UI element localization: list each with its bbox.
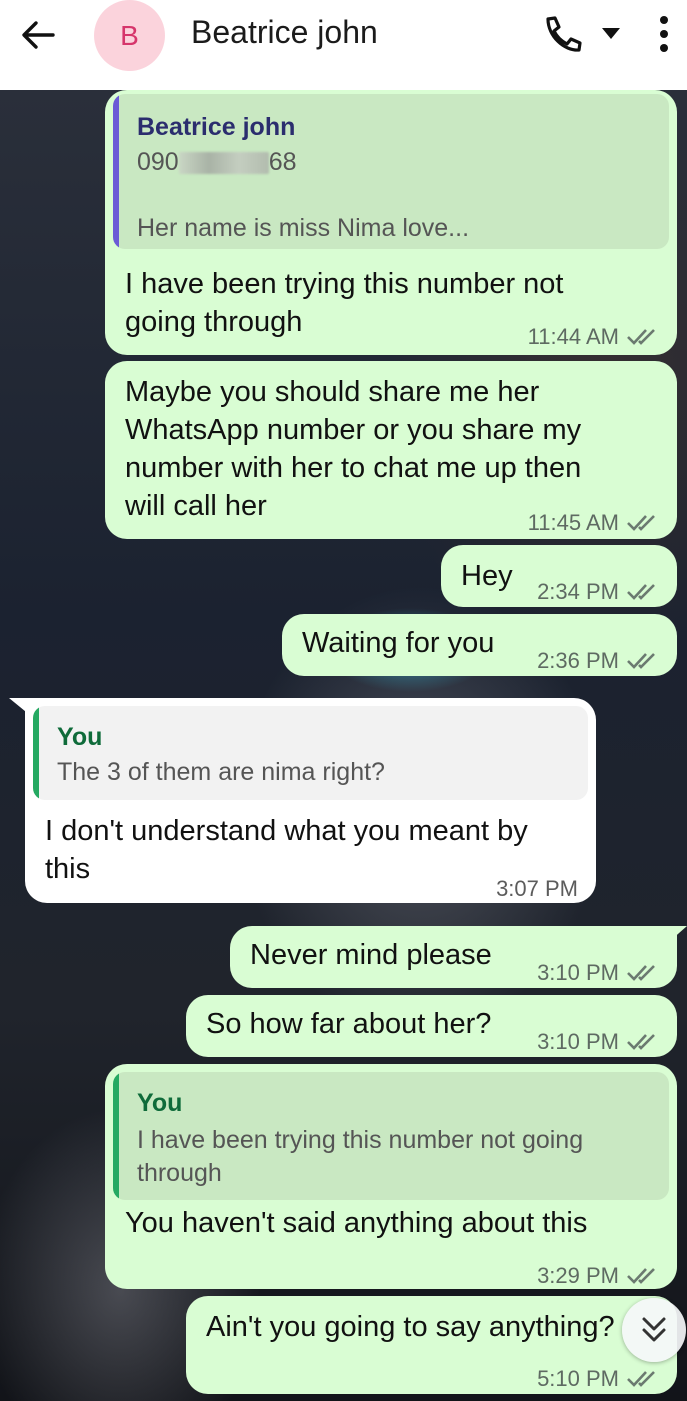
double-check-icon (627, 1268, 655, 1284)
quote-phone-number: 090 68 (137, 148, 297, 176)
more-options-button[interactable] (652, 14, 676, 54)
message-meta: 2:34 PM (537, 573, 659, 611)
message-bubble-outgoing[interactable]: Waiting for you 2:36 PM (282, 614, 677, 676)
double-check-icon (627, 965, 655, 981)
message-meta: 5:10 PM (537, 1360, 659, 1394)
message-text: You haven't said anything about this (125, 1207, 588, 1239)
caret-down-icon (602, 28, 620, 39)
double-check-icon (627, 1371, 655, 1387)
more-vert-icon (660, 16, 668, 52)
quote-text: Her name is miss Nima love... (137, 214, 470, 242)
double-check-icon (627, 329, 655, 345)
message-time: 11:44 AM (527, 324, 619, 349)
quote-bar (113, 1072, 119, 1200)
message-meta: 3:10 PM (537, 954, 659, 992)
message-meta: 2:36 PM (537, 642, 659, 680)
message-bubble-incoming[interactable]: You The 3 of them are nima right? I don'… (25, 698, 596, 903)
message-meta: 11:45 AM (528, 504, 659, 542)
message-bubble-outgoing[interactable]: You I have been trying this number not g… (105, 1064, 677, 1289)
double-check-icon (627, 584, 655, 600)
quote-author: Beatrice john (137, 113, 296, 141)
bubble-tail (670, 926, 687, 941)
call-options-dropdown[interactable] (600, 25, 622, 41)
message-text: Hey (461, 560, 513, 592)
double-check-icon (627, 653, 655, 669)
double-chevron-down-icon (642, 1317, 666, 1342)
message-meta: 3:29 PM (537, 1257, 659, 1295)
message-text: Maybe you should share me her WhatsApp n… (125, 376, 582, 522)
double-check-icon (627, 1034, 655, 1050)
message-bubble-outgoing[interactable]: Beatrice john 090 68 Her name is miss Nim… (105, 90, 677, 355)
redacted-digits (178, 152, 269, 175)
message-text: I don't understand what you meant by thi… (45, 815, 528, 885)
quoted-message[interactable]: Beatrice john 090 68 Her name is miss Nim… (113, 94, 669, 249)
message-bubble-outgoing[interactable]: Ain't you going to say anything? 5:10 PM (186, 1296, 677, 1394)
message-text: Ain't you going to say anything? (206, 1311, 615, 1343)
back-arrow-icon (22, 21, 55, 49)
quoted-message[interactable]: You I have been trying this number not g… (113, 1072, 669, 1200)
back-button[interactable] (18, 17, 58, 53)
message-time: 3:10 PM (537, 1029, 619, 1054)
message-time: 3:29 PM (537, 1263, 619, 1288)
call-button[interactable] (540, 14, 584, 54)
quote-bar (33, 706, 39, 800)
quote-text: The 3 of them are nima right? (57, 758, 385, 786)
quote-text: I have been trying this number not going… (137, 1126, 584, 1187)
bubble-tail (9, 698, 31, 716)
message-text: Waiting for you (302, 627, 495, 659)
message-text: Never mind please (250, 939, 492, 971)
avatar[interactable]: B (94, 0, 165, 71)
message-bubble-outgoing[interactable]: So how far about her? 3:10 PM (186, 995, 677, 1057)
message-time: 3:10 PM (537, 960, 619, 985)
phone-icon (546, 16, 582, 52)
message-meta: 3:07 PM (496, 870, 578, 908)
contact-name[interactable]: Beatrice john (191, 14, 378, 51)
message-bubble-outgoing[interactable]: Hey 2:34 PM (441, 545, 677, 607)
message-text: I have been trying this number not going… (125, 268, 564, 338)
message-time: 3:07 PM (496, 876, 578, 901)
message-time: 11:45 AM (527, 510, 619, 535)
message-text: So how far about her? (206, 1008, 492, 1040)
quoted-message[interactable]: You The 3 of them are nima right? (33, 706, 588, 800)
quote-author: You (137, 1089, 183, 1117)
scroll-to-bottom-button[interactable] (622, 1298, 686, 1362)
message-bubble-outgoing[interactable]: Never mind please 3:10 PM (230, 926, 677, 988)
double-check-icon (627, 515, 655, 531)
message-bubble-outgoing[interactable]: Maybe you should share me her WhatsApp n… (105, 361, 677, 539)
message-time: 5:10 PM (537, 1366, 619, 1391)
quote-author: You (57, 723, 103, 751)
quote-bar (113, 94, 119, 249)
message-meta: 3:10 PM (537, 1023, 659, 1061)
chat-header: B Beatrice john (0, 0, 687, 90)
message-time: 2:36 PM (537, 648, 619, 673)
message-meta: 11:44 AM (528, 318, 659, 356)
message-time: 2:34 PM (537, 579, 619, 604)
